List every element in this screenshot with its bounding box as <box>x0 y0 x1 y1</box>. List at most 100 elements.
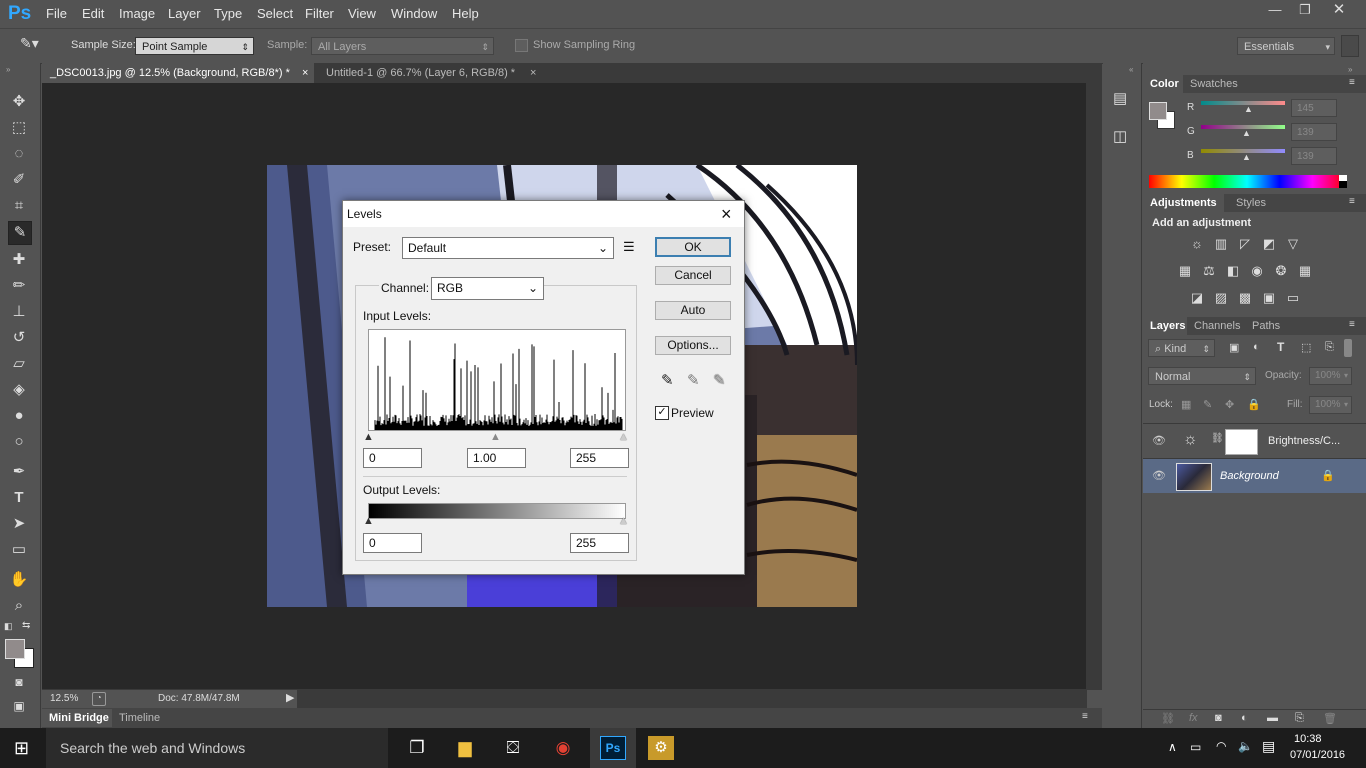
volume-icon[interactable]: 🔈 <box>1238 739 1253 753</box>
gray-eyedropper-icon[interactable]: ✎ <box>687 371 700 389</box>
filter-type-icon[interactable]: T <box>1277 340 1284 354</box>
layer-mask-thumb[interactable] <box>1225 429 1258 455</box>
tab-adjustments[interactable]: Adjustments <box>1143 194 1224 212</box>
clock-date[interactable]: 07/01/2016 <box>1290 749 1345 761</box>
tray-chevron-icon[interactable]: ∧ <box>1168 740 1177 754</box>
new-adjustment-icon[interactable]: ◐ <box>1241 712 1248 724</box>
b-value-field[interactable]: 139 <box>1291 147 1337 165</box>
dialog-titlebar[interactable]: Levels × <box>343 201 744 227</box>
color-balance-adjust-icon[interactable]: ⚖ <box>1200 263 1218 279</box>
chrome-icon[interactable]: ◉ <box>550 736 576 760</box>
default-colors-icon[interactable]: ◧ <box>4 621 13 632</box>
workspace-scroll[interactable] <box>1341 35 1359 57</box>
brightness-adjust-icon[interactable]: ☼ <box>1188 236 1206 252</box>
menu-type[interactable]: Type <box>214 6 242 21</box>
blend-mode-select[interactable]: Normal ⇕ <box>1148 367 1256 385</box>
menu-view[interactable]: View <box>348 6 376 21</box>
paint-bucket-tool-icon[interactable]: ◈ <box>8 379 30 401</box>
history-brush-tool-icon[interactable]: ↺ <box>8 327 30 349</box>
dodge-tool-icon[interactable]: ○ <box>8 431 30 453</box>
curves-adjust-icon[interactable]: ◸ <box>1236 236 1254 252</box>
lock-transparent-icon[interactable]: ▦ <box>1181 398 1191 411</box>
lock-all-icon[interactable]: 🔒 <box>1247 398 1261 411</box>
pen-tool-icon[interactable]: ✒ <box>8 461 30 483</box>
canvas-horizontal-scrollbar[interactable] <box>297 690 1087 708</box>
r-slider-track[interactable] <box>1201 101 1285 105</box>
sampling-ring-checkbox[interactable] <box>515 39 528 52</box>
collapse-arrows-icon[interactable]: « <box>1129 65 1133 74</box>
tab-layers[interactable]: Layers <box>1143 317 1193 335</box>
filter-pixel-icon[interactable]: ▣ <box>1229 341 1239 354</box>
color-lookup-adjust-icon[interactable]: ▦ <box>1296 263 1314 279</box>
fill-field[interactable]: 100% ▾ <box>1309 396 1352 414</box>
eyedropper-tool-icon[interactable]: ✎ <box>8 221 32 245</box>
input-black-field[interactable]: 0 <box>363 448 422 468</box>
properties-panel-icon[interactable]: ◫ <box>1113 127 1127 145</box>
menu-window[interactable]: Window <box>391 6 437 21</box>
fg-color-swatch[interactable] <box>1149 102 1167 120</box>
tab-channels[interactable]: Channels <box>1187 317 1248 335</box>
preview-checkbox[interactable]: ✓ <box>655 406 669 420</box>
quick-mask-icon[interactable]: ◙ <box>8 671 30 693</box>
selective-color-adjust-icon[interactable]: ▣ <box>1260 290 1278 306</box>
screen-mode-icon[interactable]: ▣ <box>8 695 30 717</box>
tab-timeline[interactable]: Timeline <box>112 709 168 727</box>
clone-stamp-tool-icon[interactable]: ⊥ <box>8 301 30 323</box>
hue-sat-adjust-icon[interactable]: ▦ <box>1176 263 1194 279</box>
panel-menu-icon[interactable]: ≡ <box>1349 196 1355 207</box>
collapse-arrows-icon[interactable]: » <box>1348 65 1352 74</box>
menu-edit[interactable]: Edit <box>82 6 104 21</box>
preset-select[interactable]: Default ⌄ <box>402 237 614 259</box>
filter-toggle[interactable] <box>1344 339 1352 357</box>
cancel-button[interactable]: Cancel <box>655 266 731 285</box>
output-black-field[interactable]: 0 <box>363 533 422 553</box>
path-select-tool-icon[interactable]: ➤ <box>8 513 30 535</box>
input-gamma-field[interactable]: 1.00 <box>467 448 526 468</box>
preset-options-icon[interactable]: ☰ <box>623 239 635 255</box>
layer-filter-select[interactable]: ⌕ Kind ⇕ <box>1148 339 1215 357</box>
lasso-tool-icon[interactable]: ◌ <box>8 143 30 165</box>
black-eyedropper-icon[interactable]: ✎ <box>661 371 674 389</box>
foreground-color-swatch[interactable] <box>5 639 25 659</box>
crop-tool-icon[interactable]: ⌗ <box>8 195 30 217</box>
close-icon[interactable]: × <box>302 63 308 83</box>
canvas-vertical-scrollbar[interactable] <box>1086 83 1102 689</box>
lock-position-icon[interactable]: ✥ <box>1225 398 1234 411</box>
vibrance-adjust-icon[interactable]: ▽ <box>1284 236 1302 252</box>
tab-untitled-1[interactable]: Untitled-1 @ 66.7% (Layer 6, RGB/8) * × <box>318 63 544 83</box>
close-icon[interactable]: ✕ <box>1322 0 1356 22</box>
g-slider-thumb[interactable]: ▲ <box>1242 128 1251 138</box>
options-button[interactable]: Options... <box>655 336 731 355</box>
photo-filter-adjust-icon[interactable]: ◉ <box>1248 263 1266 279</box>
tab-color[interactable]: Color <box>1143 75 1186 93</box>
new-layer-icon[interactable]: ⎘ <box>1295 712 1304 725</box>
task-view-icon[interactable]: ❐ <box>404 736 430 760</box>
close-icon[interactable]: × <box>721 201 732 227</box>
b-slider-thumb[interactable]: ▲ <box>1242 152 1251 162</box>
g-value-field[interactable]: 139 <box>1291 123 1337 141</box>
exposure-adjust-icon[interactable]: ◩ <box>1260 236 1278 252</box>
eyedropper-preset-icon[interactable]: ✎▾ <box>20 35 39 52</box>
swap-colors-icon[interactable]: ⇆ <box>22 620 30 631</box>
close-icon[interactable]: × <box>530 63 536 83</box>
hand-tool-icon[interactable]: ✋ <box>8 569 30 591</box>
rectangle-tool-icon[interactable]: ▭ <box>8 539 30 561</box>
tab-paths[interactable]: Paths <box>1245 317 1288 335</box>
sample-select[interactable]: All Layers ⇕ <box>311 37 494 55</box>
status-info-icon[interactable]: ◔ <box>92 692 106 706</box>
marquee-tool-icon[interactable]: ⬚ <box>8 117 30 139</box>
spectrum-black[interactable] <box>1339 181 1347 188</box>
lock-pixels-icon[interactable]: ✎ <box>1203 398 1212 411</box>
menu-select[interactable]: Select <box>257 6 293 21</box>
photoshop-taskbar-item[interactable]: Ps <box>590 728 636 768</box>
file-explorer-icon[interactable]: ▆ <box>452 736 478 760</box>
layer-thumbnail[interactable] <box>1176 463 1212 491</box>
invert-adjust-icon[interactable]: ◪ <box>1188 290 1206 306</box>
filter-smart-icon[interactable]: ⎘ <box>1325 341 1334 354</box>
quick-select-tool-icon[interactable]: ✐ <box>8 169 30 191</box>
workspace-select[interactable]: Essentials ▾ <box>1237 37 1335 55</box>
r-slider-thumb[interactable]: ▲ <box>1244 104 1253 114</box>
restore-icon[interactable]: ❐ <box>1288 0 1322 22</box>
status-menu-arrow-icon[interactable]: ▶ <box>286 691 294 704</box>
panel-menu-icon[interactable]: ≡ <box>1349 319 1355 330</box>
